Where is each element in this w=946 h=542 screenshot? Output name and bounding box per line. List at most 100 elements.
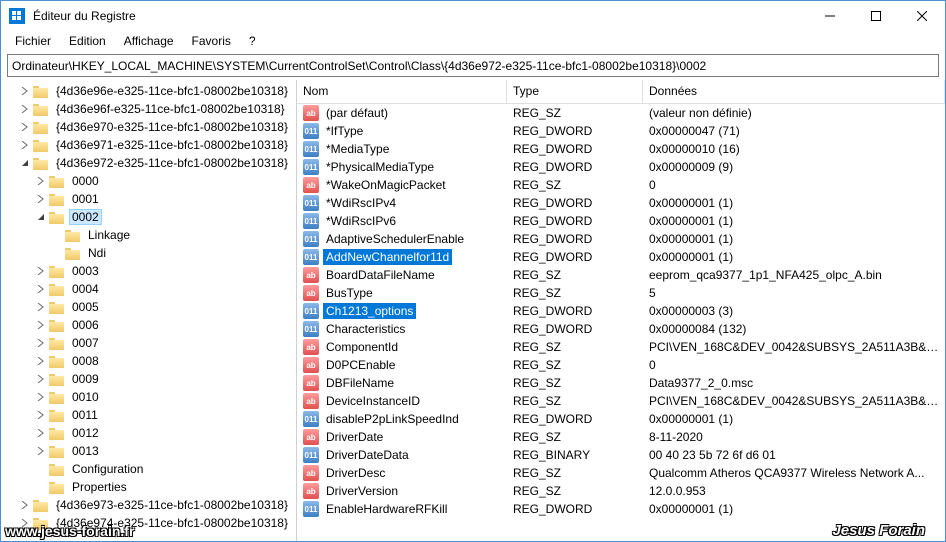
tree-item[interactable]: 0005 [1,298,296,316]
chevron-right-icon[interactable] [33,281,49,297]
tree-label: 0005 [69,299,102,315]
tree-item[interactable]: 0013 [1,442,296,460]
menu-edit[interactable]: Edition [61,32,114,50]
value-data: 0x00000084 (132) [643,322,945,336]
value-row[interactable]: ab*WakeOnMagicPacketREG_SZ0 [297,176,945,194]
value-type: REG_DWORD [507,196,643,210]
value-name: D0PCEnable [323,357,398,373]
menu-favorites[interactable]: Favoris [184,32,239,50]
value-row[interactable]: 011EnableHardwareRFKillREG_DWORD0x000000… [297,500,945,518]
list-body[interactable]: ab(par défaut)REG_SZ(valeur non définie)… [297,104,945,541]
tree-item[interactable]: {4d36e96f-e325-11ce-bfc1-08002be10318} [1,100,296,118]
chevron-right-icon[interactable] [33,425,49,441]
col-data[interactable]: Données [643,80,945,103]
tree-item[interactable]: 0001 [1,190,296,208]
value-row[interactable]: 011*IfTypeREG_DWORD0x00000047 (71) [297,122,945,140]
tree-item[interactable]: 0009 [1,370,296,388]
tree-item[interactable]: 0007 [1,334,296,352]
chevron-right-icon[interactable] [17,119,33,135]
chevron-right-icon[interactable] [17,137,33,153]
tree-item[interactable]: 0000 [1,172,296,190]
tree-item[interactable]: 0006 [1,316,296,334]
chevron-right-icon[interactable] [33,371,49,387]
tree-item[interactable]: {4d36e970-e325-11ce-bfc1-08002be10318} [1,118,296,136]
watermark-right: Jesus Forain [832,522,925,539]
chevron-right-icon[interactable] [33,353,49,369]
tree-item[interactable]: 0010 [1,388,296,406]
value-row[interactable]: 011*PhysicalMediaTypeREG_DWORD0x00000009… [297,158,945,176]
chevron-right-icon[interactable] [17,83,33,99]
value-row[interactable]: abBoardDataFileNameREG_SZeeprom_qca9377_… [297,266,945,284]
value-row[interactable]: abD0PCEnableREG_SZ0 [297,356,945,374]
chevron-right-icon[interactable] [17,101,33,117]
value-row[interactable]: abDBFileNameREG_SZData9377_2_0.msc [297,374,945,392]
binary-value-icon: 011 [303,321,319,337]
folder-icon [49,354,65,368]
menu-help[interactable]: ? [241,32,264,50]
chevron-right-icon[interactable] [33,317,49,333]
value-row[interactable]: 011disableP2pLinkSpeedIndREG_DWORD0x0000… [297,410,945,428]
tree-item[interactable]: {4d36e972-e325-11ce-bfc1-08002be10318} [1,154,296,172]
value-type: REG_DWORD [507,304,643,318]
tree-label: {4d36e971-e325-11ce-bfc1-08002be10318} [53,137,291,153]
tree-item[interactable]: Properties [1,478,296,496]
value-row[interactable]: 011AdaptiveSchedulerEnableREG_DWORD0x000… [297,230,945,248]
chevron-right-icon[interactable] [33,389,49,405]
tree-item[interactable]: 0004 [1,280,296,298]
chevron-right-icon[interactable] [33,263,49,279]
chevron-right-icon[interactable] [17,497,33,513]
tree-item[interactable]: Ndi [1,244,296,262]
maximize-button[interactable] [853,1,899,31]
tree-item[interactable]: {4d36e971-e325-11ce-bfc1-08002be10318} [1,136,296,154]
menu-view[interactable]: Affichage [116,32,182,50]
value-row[interactable]: abDriverVersionREG_SZ12.0.0.953 [297,482,945,500]
value-row[interactable]: 011Ch1213_optionsREG_DWORD0x00000003 (3) [297,302,945,320]
value-row[interactable]: abDriverDateREG_SZ8-11-2020 [297,428,945,446]
folder-icon [49,444,65,458]
chevron-right-icon[interactable] [33,299,49,315]
chevron-right-icon[interactable] [33,443,49,459]
tree-item[interactable]: 0012 [1,424,296,442]
value-row[interactable]: 011CharacteristicsREG_DWORD0x00000084 (1… [297,320,945,338]
tree-item[interactable]: 0003 [1,262,296,280]
chevron-right-icon[interactable] [33,335,49,351]
tree-item[interactable]: 0008 [1,352,296,370]
chevron-right-icon[interactable] [33,173,49,189]
tree-item[interactable]: Configuration [1,460,296,478]
value-type: REG_DWORD [507,124,643,138]
close-button[interactable] [899,1,945,31]
value-row[interactable]: abComponentIdREG_SZPCI\VEN_168C&DEV_0042… [297,338,945,356]
value-name: AddNewChannelfor11d [323,249,452,265]
tree-item[interactable]: 0002 [1,208,296,226]
chevron-down-icon[interactable] [17,155,33,171]
value-row[interactable]: 011*WdiRscIPv6REG_DWORD0x00000001 (1) [297,212,945,230]
value-type: REG_DWORD [507,322,643,336]
tree-item[interactable]: {4d36e96e-e325-11ce-bfc1-08002be10318} [1,82,296,100]
value-row[interactable]: abDeviceInstanceIDREG_SZPCI\VEN_168C&DEV… [297,392,945,410]
folder-icon [49,426,65,440]
value-row[interactable]: abBusTypeREG_SZ5 [297,284,945,302]
value-row[interactable]: 011DriverDateDataREG_BINARY00 40 23 5b 7… [297,446,945,464]
chevron-right-icon[interactable] [33,407,49,423]
col-type[interactable]: Type [507,80,643,103]
value-type: REG_DWORD [507,232,643,246]
tree-label: 0003 [69,263,102,279]
tree-panel[interactable]: {4d36e96e-e325-11ce-bfc1-08002be10318}{4… [1,80,297,541]
value-row[interactable]: 011*MediaTypeREG_DWORD0x00000010 (16) [297,140,945,158]
value-row[interactable]: abDriverDescREG_SZQualcomm Atheros QCA93… [297,464,945,482]
value-name: DeviceInstanceID [323,393,423,409]
chevron-right-icon[interactable] [33,191,49,207]
minimize-button[interactable] [807,1,853,31]
value-row[interactable]: 011AddNewChannelfor11dREG_DWORD0x0000000… [297,248,945,266]
menu-file[interactable]: Fichier [7,32,59,50]
tree-item[interactable]: {4d36e973-e325-11ce-bfc1-08002be10318} [1,496,296,514]
tree-item[interactable]: Linkage [1,226,296,244]
col-name[interactable]: Nom [297,80,507,103]
chevron-down-icon[interactable] [33,209,49,225]
address-bar[interactable]: Ordinateur\HKEY_LOCAL_MACHINE\SYSTEM\Cur… [7,54,939,77]
spacer [49,245,65,261]
tree-label: 0009 [69,371,102,387]
value-row[interactable]: 011*WdiRscIPv4REG_DWORD0x00000001 (1) [297,194,945,212]
value-row[interactable]: ab(par défaut)REG_SZ(valeur non définie) [297,104,945,122]
tree-item[interactable]: 0011 [1,406,296,424]
